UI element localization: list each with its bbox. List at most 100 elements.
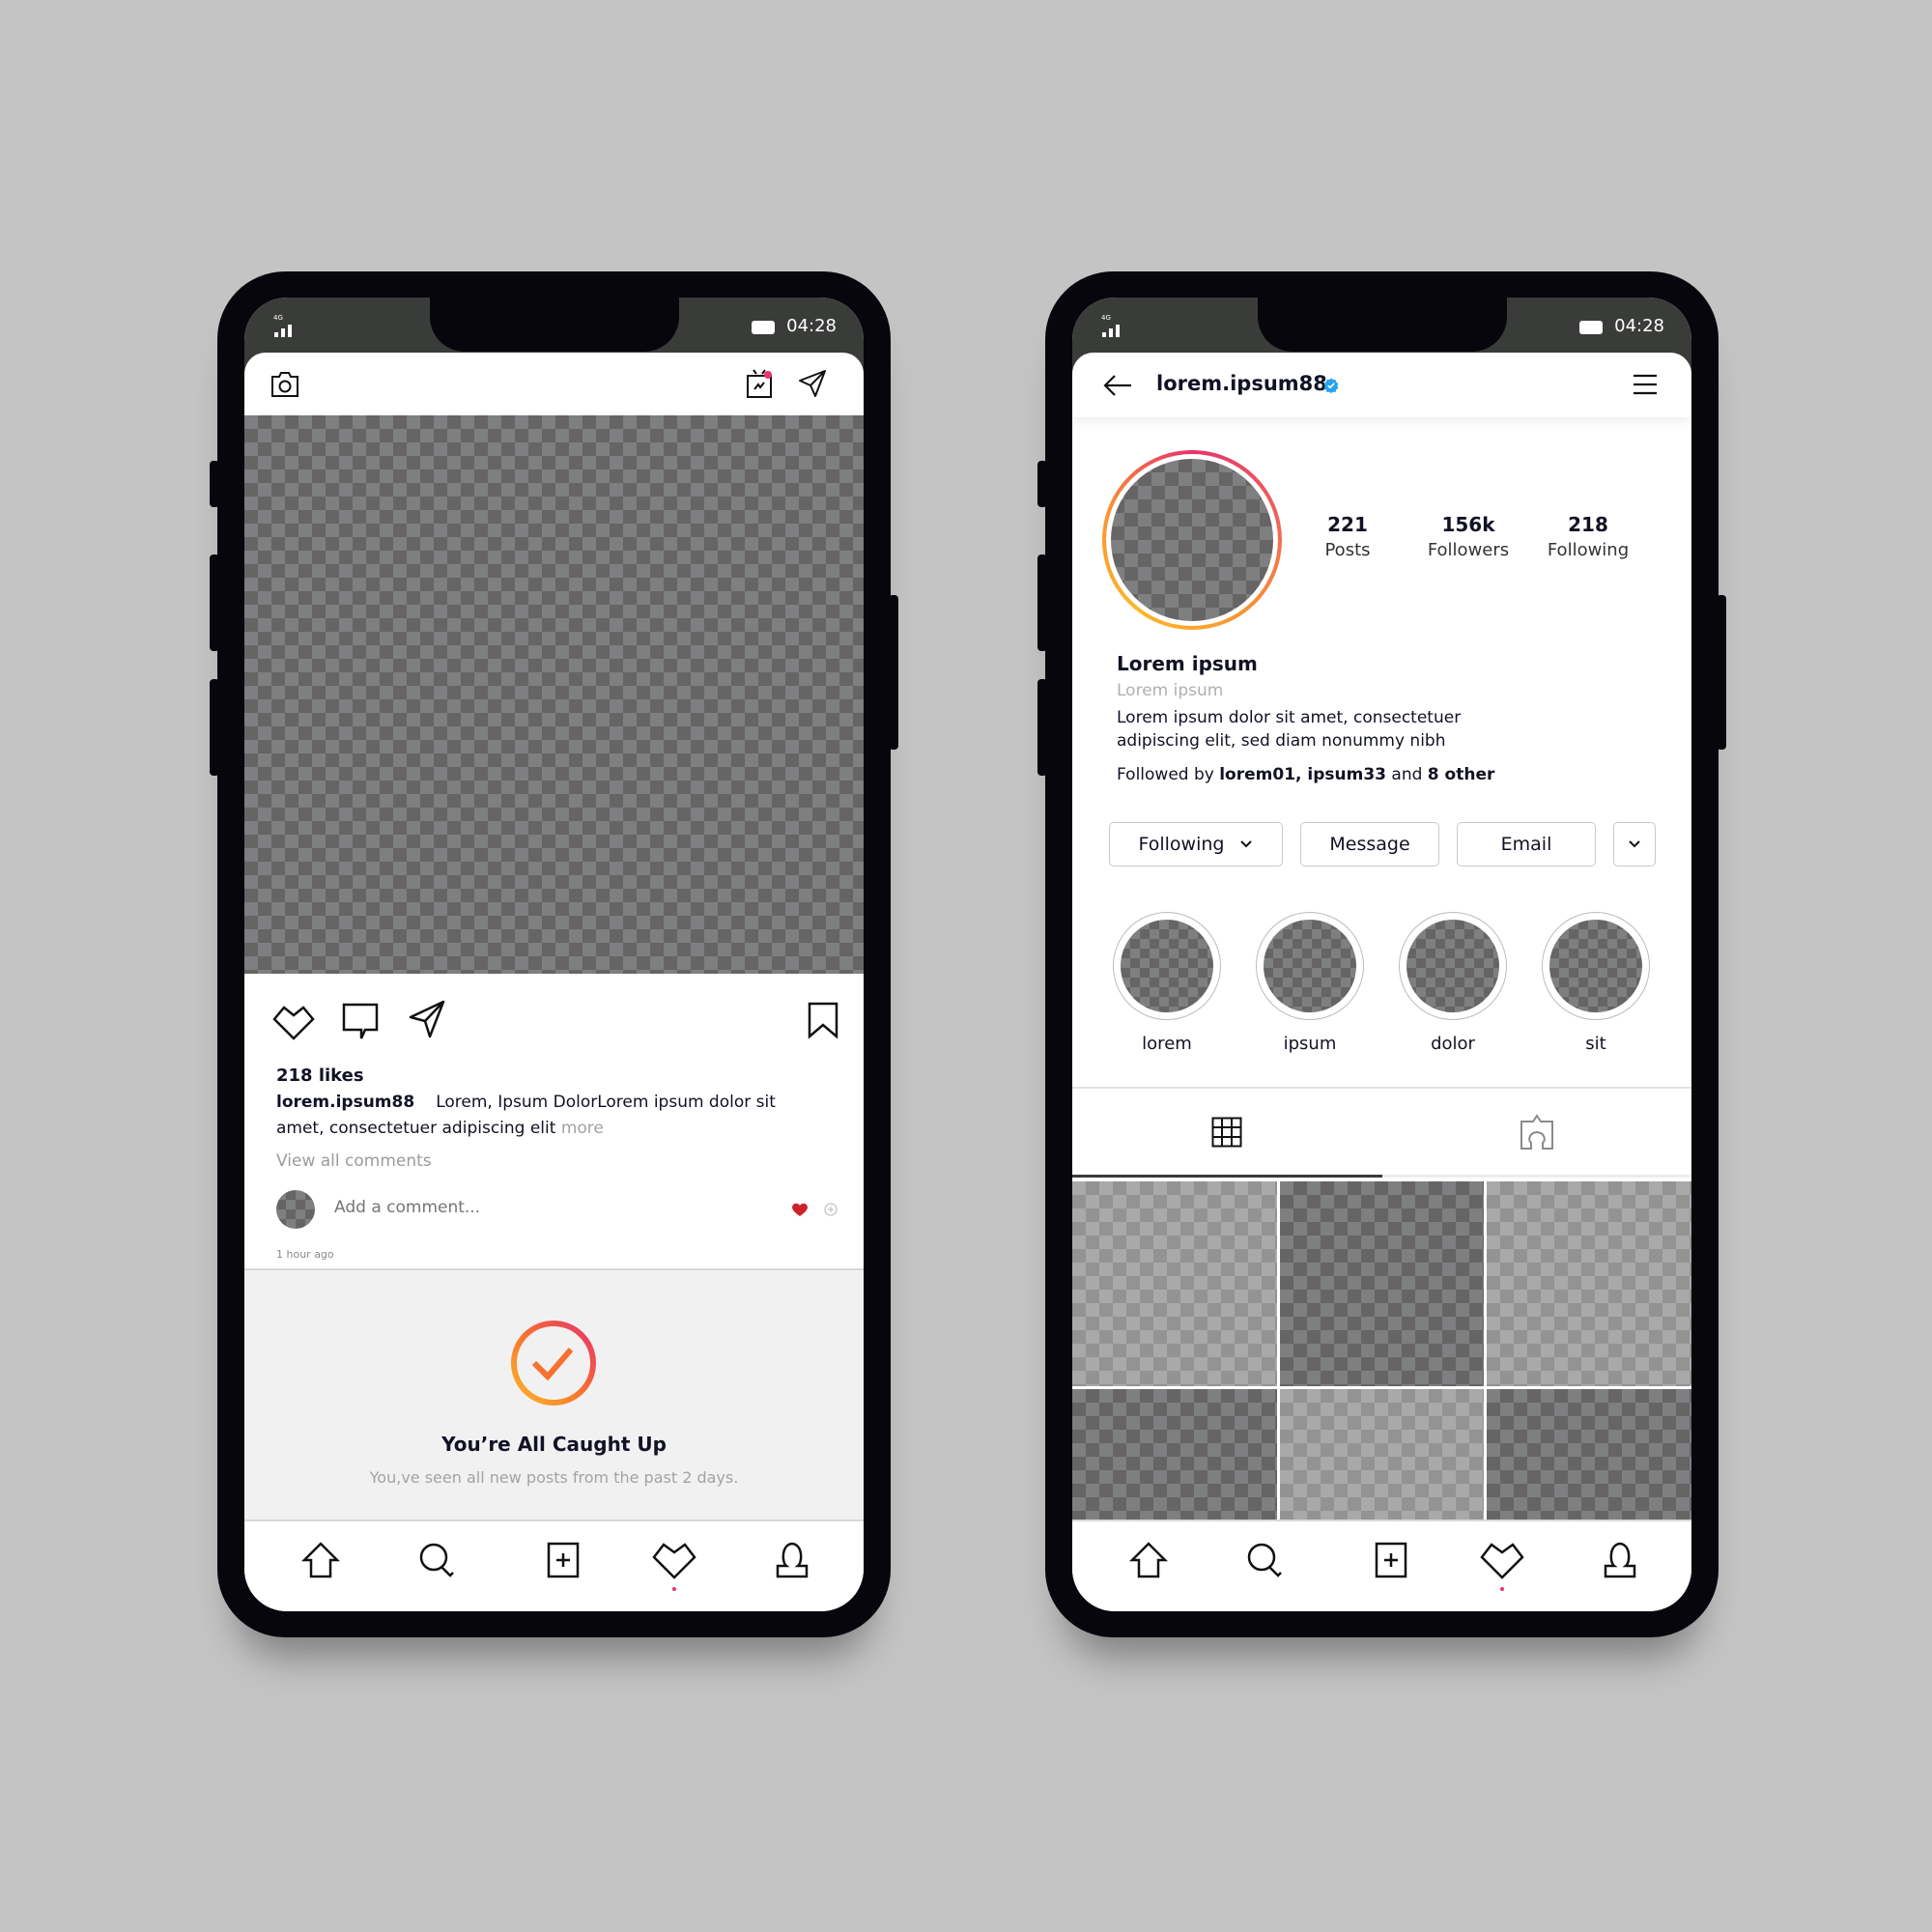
mute-switch	[1037, 461, 1047, 507]
profile-screen: 4G 04:28 lorem.ipsum88 221 Posts 156k Fo…	[1072, 298, 1691, 1611]
stat-posts[interactable]: 221 Posts	[1290, 513, 1406, 560]
post-actions	[244, 1000, 864, 1048]
nav-search[interactable]	[1243, 1539, 1286, 1581]
nav-home[interactable]	[299, 1539, 342, 1581]
profile-avatar[interactable]	[1102, 450, 1282, 630]
activity-indicator	[1500, 1587, 1504, 1591]
search-icon	[419, 1543, 454, 1577]
message-button[interactable]: Message	[1300, 822, 1439, 867]
hamburger-menu-icon[interactable]	[1631, 370, 1660, 399]
nav-activity[interactable]	[650, 1539, 698, 1591]
view-all-comments-link[interactable]: View all comments	[276, 1151, 432, 1171]
followed-by[interactable]: Followed by lorem01, ipsum33 and 8 other	[1117, 765, 1494, 784]
stat-value: 221	[1327, 513, 1368, 536]
highlight-label: ipsum	[1283, 1034, 1337, 1054]
like-heart-icon[interactable]	[271, 1000, 316, 1042]
caption-username[interactable]: lorem.ipsum88	[276, 1093, 414, 1112]
paper-plane-icon[interactable]	[797, 368, 828, 399]
following-button-label: Following	[1138, 834, 1225, 855]
tab-tagged[interactable]	[1381, 1089, 1691, 1178]
tab-grid[interactable]	[1072, 1089, 1382, 1178]
nav-activity[interactable]	[1478, 1539, 1526, 1591]
nav-search[interactable]	[415, 1539, 458, 1581]
story-highlight[interactable]: ipsum	[1256, 912, 1364, 1054]
network-type: 4G	[1101, 314, 1111, 322]
stat-following[interactable]: 218 Following	[1530, 513, 1646, 560]
notch	[429, 298, 679, 352]
battery-icon	[1579, 321, 1603, 334]
add-post-icon	[547, 1542, 580, 1578]
following-button[interactable]: Following	[1109, 822, 1283, 867]
post-caption: lorem.ipsum88 Lorem, Ipsum DolorLorem ips…	[276, 1090, 817, 1142]
caught-up-section: You’re All Caught Up You,ve seen all new…	[244, 1268, 864, 1520]
activity-indicator	[672, 1587, 676, 1591]
checkmark-icon	[509, 1319, 598, 1407]
grid-post[interactable]	[1279, 1181, 1485, 1386]
nav-profile[interactable]	[771, 1539, 813, 1581]
grid-post[interactable]	[1487, 1181, 1691, 1386]
clock: 04:28	[1614, 316, 1664, 336]
stat-value: 218	[1568, 513, 1608, 536]
power-button	[1717, 595, 1726, 750]
likes-count[interactable]: 218 likes	[276, 1065, 364, 1086]
camera-icon[interactable]	[270, 370, 300, 399]
mute-switch	[210, 461, 219, 507]
nav-new-post[interactable]	[542, 1539, 584, 1581]
nav-home[interactable]	[1127, 1539, 1170, 1581]
comment-input[interactable]	[334, 1198, 701, 1217]
avatar	[276, 1190, 315, 1229]
caught-up-subtitle: You,ve seen all new posts from the past …	[369, 1468, 739, 1487]
add-post-icon	[1375, 1542, 1407, 1578]
profile-tabs	[1072, 1087, 1691, 1178]
add-emoji-icon[interactable]	[823, 1202, 838, 1217]
stat-label: Following	[1547, 540, 1630, 560]
post-timestamp: 1 hour ago	[276, 1248, 334, 1261]
comment-icon[interactable]	[341, 1000, 380, 1042]
volume-up-button	[210, 554, 219, 651]
heart-icon	[1480, 1543, 1524, 1579]
stat-followers[interactable]: 156k Followers	[1410, 513, 1526, 560]
volume-up-button	[1037, 554, 1047, 651]
home-icon	[301, 1542, 340, 1578]
home-icon	[1129, 1542, 1168, 1578]
profile-icon	[776, 1542, 809, 1578]
nav-profile[interactable]	[1599, 1539, 1641, 1581]
power-button	[889, 595, 898, 750]
heart-emoji-icon[interactable]	[790, 1200, 810, 1219]
grid-post[interactable]	[1072, 1181, 1277, 1386]
share-icon[interactable]	[408, 998, 446, 1040]
posts-grid	[1072, 1181, 1691, 1542]
bottom-nav	[244, 1520, 864, 1611]
bottom-nav	[1072, 1520, 1691, 1611]
more-link[interactable]: more	[561, 1119, 604, 1138]
story-highlight[interactable]: lorem	[1113, 912, 1221, 1054]
volume-down-button	[1037, 679, 1047, 776]
signal-icon: 4G	[273, 314, 297, 337]
bookmark-icon[interactable]	[806, 999, 840, 1041]
chevron-down-icon	[1629, 840, 1640, 848]
story-highlight[interactable]: sit	[1542, 912, 1650, 1054]
post-image[interactable]	[244, 415, 864, 974]
clock: 04:28	[786, 316, 837, 336]
profile-name: Lorem ipsum	[1117, 652, 1258, 675]
phone-feed: 4G 04:28 218 likes lorem.ipsum88 Lorem, …	[210, 271, 898, 1637]
verified-badge-icon	[1323, 378, 1339, 393]
notch	[1257, 298, 1507, 352]
profile-username: lorem.ipsum88	[1156, 372, 1327, 395]
back-arrow-icon[interactable]	[1101, 372, 1134, 399]
story-highlight[interactable]: dolor	[1399, 912, 1507, 1054]
caught-up-title: You’re All Caught Up	[441, 1433, 667, 1456]
feed-screen: 4G 04:28 218 likes lorem.ipsum88 Lorem, …	[244, 298, 864, 1611]
nav-new-post[interactable]	[1370, 1539, 1412, 1581]
highlight-label: dolor	[1431, 1034, 1475, 1054]
highlight-image	[1121, 920, 1213, 1012]
comment-row	[276, 1190, 838, 1231]
igtv-icon[interactable]	[744, 368, 775, 399]
profile-category: Lorem ipsum	[1117, 681, 1224, 700]
email-button[interactable]: Email	[1457, 822, 1596, 867]
grid-icon	[1211, 1117, 1242, 1147]
suggested-dropdown-button[interactable]	[1613, 822, 1656, 867]
profile-icon	[1604, 1542, 1636, 1578]
phone-profile: 4G 04:28 lorem.ipsum88 221 Posts 156k Fo…	[1037, 271, 1726, 1637]
chevron-down-icon	[1240, 840, 1253, 848]
